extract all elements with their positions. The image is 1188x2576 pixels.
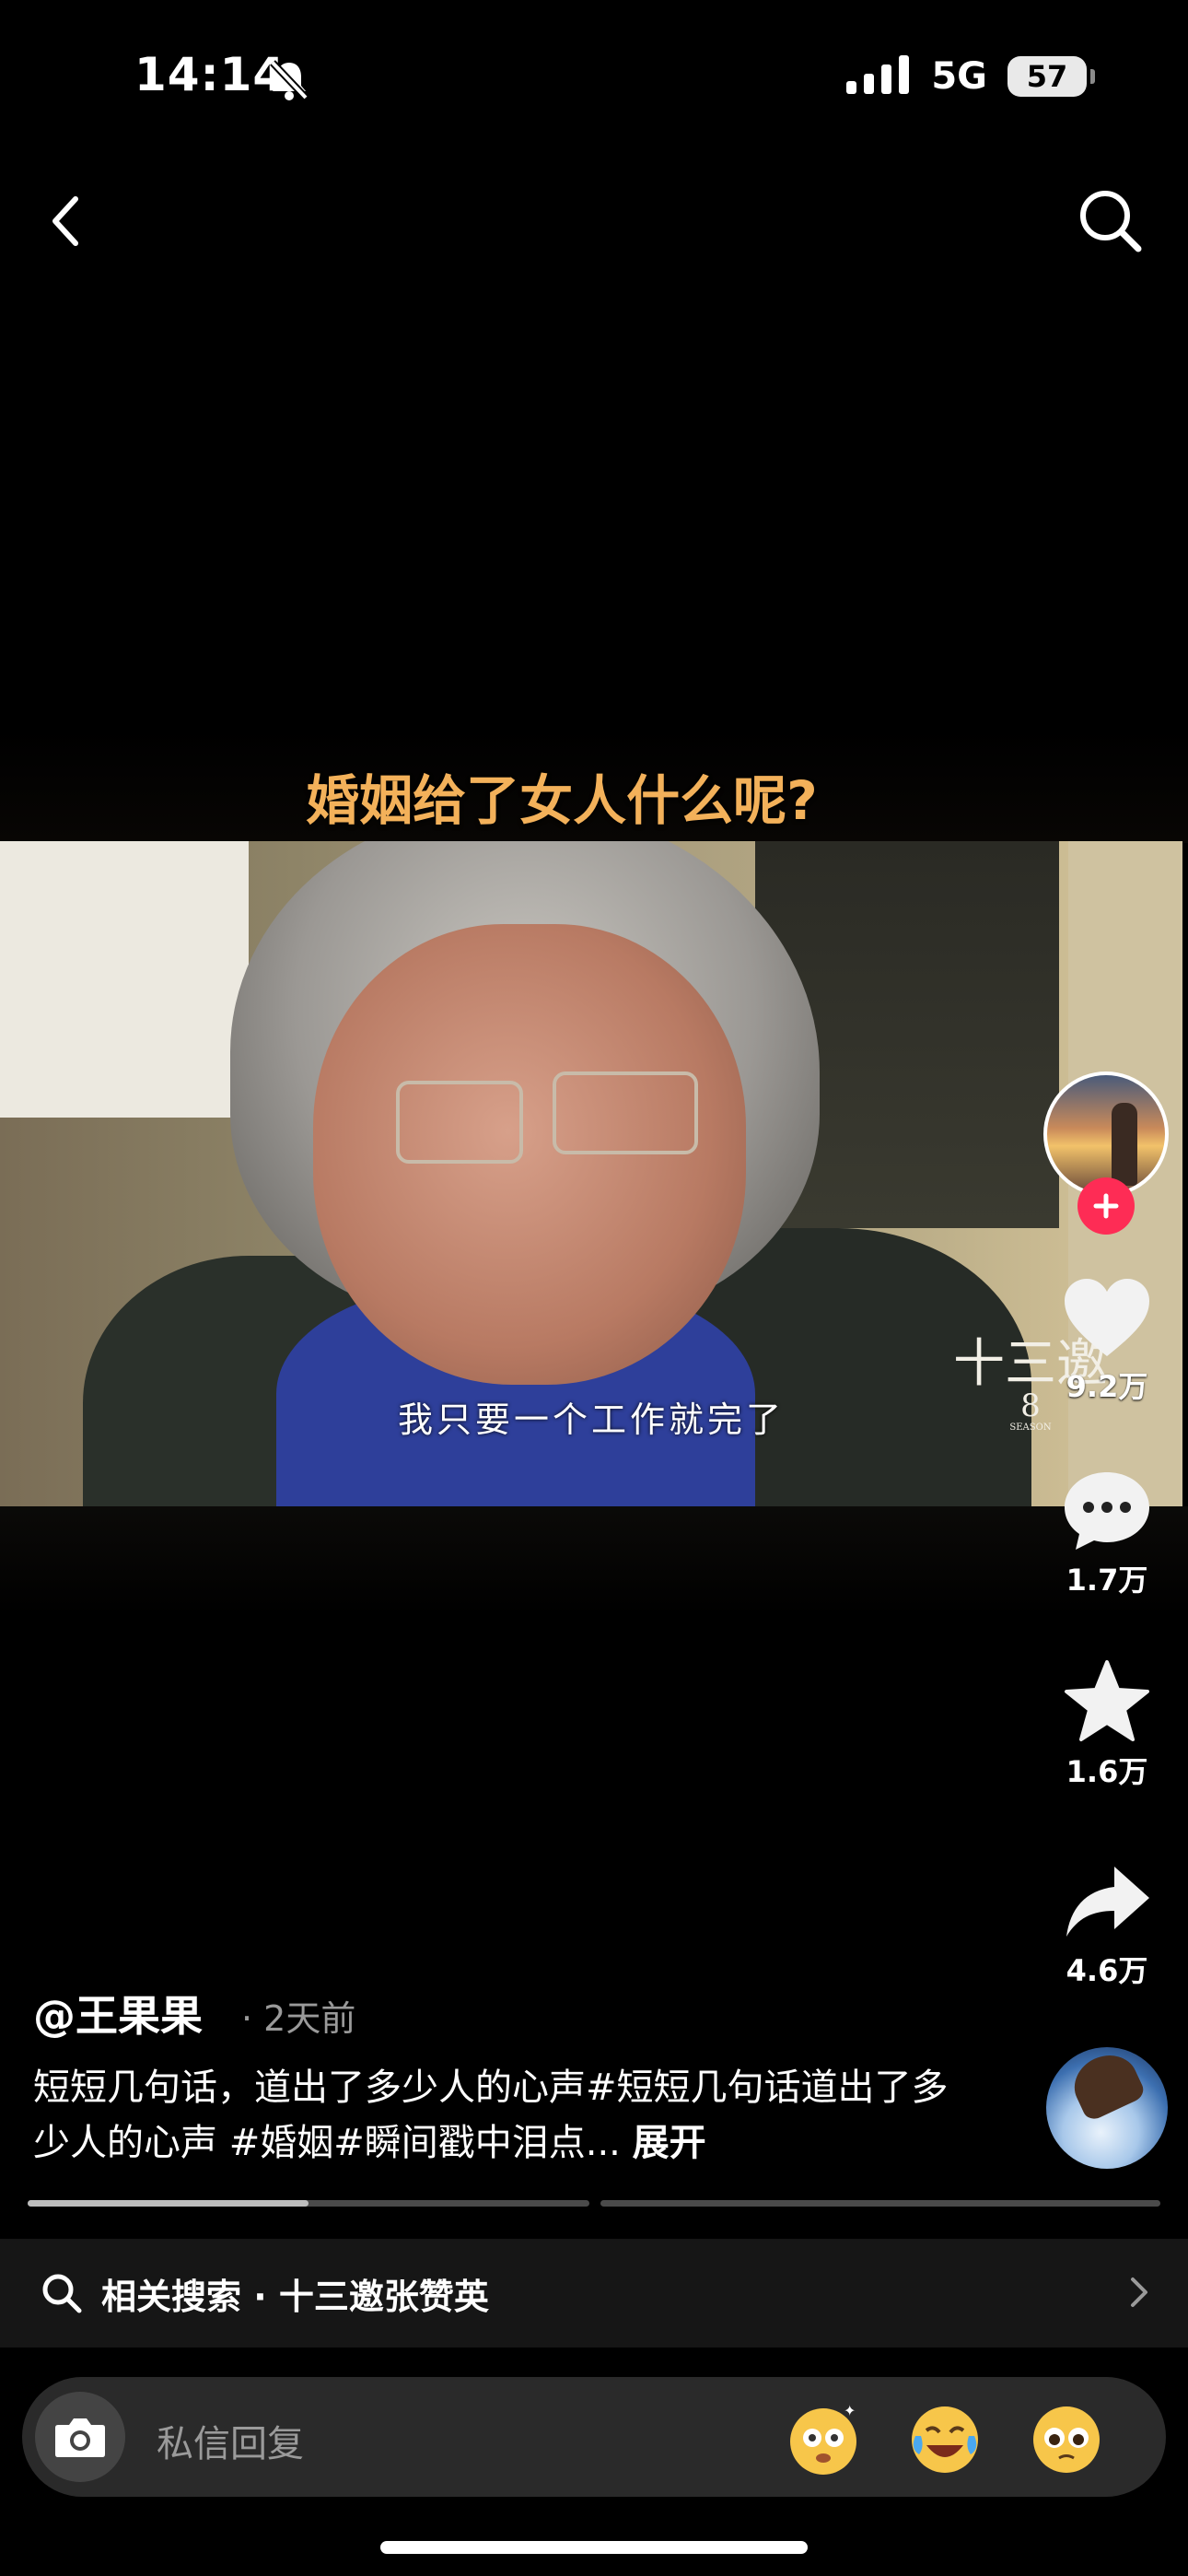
expand-link[interactable]: 展开	[633, 2122, 706, 2164]
emoji-dizzy-icon[interactable]: ✦	[786, 2402, 860, 2476]
comment-icon	[1065, 1472, 1149, 1550]
search-icon	[1080, 191, 1142, 252]
person-face	[313, 924, 746, 1385]
share-button[interactable]: 4.6万	[1052, 1861, 1162, 1990]
glasses-lens	[553, 1071, 698, 1154]
status-time: 14:14	[134, 48, 286, 101]
post-time: · 2天前	[241, 1998, 356, 2039]
favorite-count: 1.6万	[1066, 1754, 1148, 1789]
signal-icon	[846, 55, 911, 98]
emoji-crying-laugh-icon[interactable]	[908, 2403, 982, 2476]
progress-fill	[28, 2200, 309, 2207]
status-indicators: 5G 57	[846, 55, 1095, 98]
bell-slash-icon	[269, 59, 309, 105]
svg-text:✦: ✦	[844, 2403, 856, 2419]
follow-button[interactable]	[1077, 1177, 1135, 1235]
author-name[interactable]: @王果果	[33, 1983, 203, 2043]
comment-button[interactable]: 1.7万	[1052, 1469, 1162, 1599]
emoji-pleading-icon[interactable]	[1030, 2403, 1103, 2476]
back-button[interactable]	[37, 184, 101, 258]
reply-bar: 私信回复 ✦	[22, 2377, 1166, 2497]
favorite-button[interactable]: 1.6万	[1052, 1658, 1162, 1791]
background-window	[0, 841, 249, 1118]
like-count: 9.2万	[1066, 1369, 1148, 1404]
glasses-lens	[396, 1081, 523, 1164]
camera-button[interactable]	[35, 2392, 125, 2482]
related-search-label: 相关搜索 · 十三邀张赞英	[101, 2276, 489, 2317]
battery-indicator: 57	[1007, 56, 1095, 97]
heart-icon	[1065, 1279, 1149, 1356]
share-icon	[1066, 1867, 1149, 1937]
related-search-bar[interactable]: 相关搜索 · 十三邀张赞英	[0, 2239, 1188, 2348]
comment-count: 1.7万	[1066, 1563, 1148, 1598]
progress-segment[interactable]	[600, 2200, 1160, 2207]
chevron-right-icon	[1131, 2277, 1147, 2307]
network-label: 5G	[931, 55, 987, 98]
video-bottom-band	[0, 1506, 1188, 1617]
video-headline: 婚姻给了女人什么呢?	[306, 769, 818, 832]
plus-icon	[1093, 1193, 1119, 1219]
video-frame[interactable]: 我只要一个工作就完了 十三邀 8 SEASON	[0, 841, 1182, 1506]
post-description: 短短几句话，道出了多少人的心声#短短几句话道出了多少人的心声 #婚姻#瞬间戳中泪…	[33, 2060, 982, 2171]
reply-input[interactable]: 私信回复	[157, 2414, 304, 2467]
watermark-season-label: SEASON	[1009, 1423, 1052, 1433]
search-icon	[42, 2274, 82, 2313]
home-indicator[interactable]	[380, 2541, 808, 2554]
music-disc[interactable]	[1046, 2047, 1168, 2169]
like-button[interactable]: 9.2万	[1052, 1275, 1162, 1406]
search-button[interactable]	[1076, 186, 1146, 256]
camera-icon	[55, 2418, 105, 2457]
star-icon	[1065, 1660, 1149, 1741]
share-count: 4.6万	[1066, 1953, 1148, 1988]
progress-segment[interactable]	[28, 2200, 589, 2207]
description-text: 短短几句话，道出了多少人的心声#短短几句话道出了多少人的心声 #婚姻#瞬间戳中泪…	[33, 2067, 949, 2164]
chevron-left-icon	[52, 196, 78, 246]
